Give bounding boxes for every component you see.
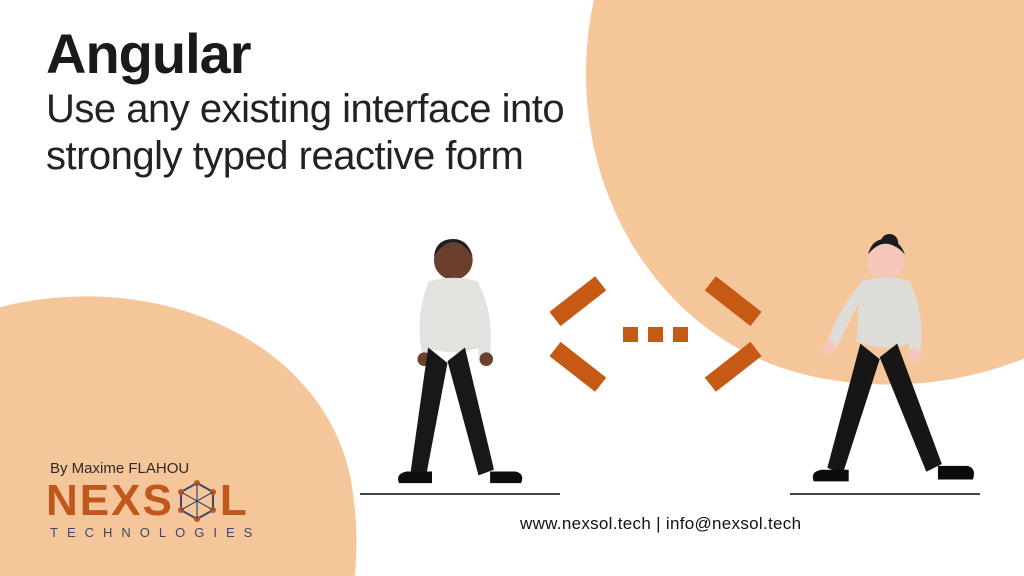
brand-logo-mark-icon bbox=[176, 480, 218, 522]
brand-logo: NEXS L TE bbox=[46, 479, 261, 540]
illustration bbox=[330, 225, 990, 515]
author-block: By Maxime FLAHOU NEXS bbox=[46, 460, 261, 540]
brand-logo-sub: TECHNOLOGIES bbox=[46, 525, 261, 540]
person-left-illustration bbox=[370, 233, 525, 495]
brand-logo-part1: NEXS bbox=[46, 479, 174, 523]
brand-logo-part2: L bbox=[220, 479, 249, 523]
chevron-right-icon bbox=[704, 290, 756, 378]
brand-logo-wordmark: NEXS L bbox=[46, 479, 261, 523]
headline-block: Angular Use any existing interface into … bbox=[46, 26, 606, 180]
headline-title: Angular bbox=[46, 26, 606, 82]
banner-root: Angular Use any existing interface into … bbox=[0, 0, 1024, 576]
ellipsis-icon bbox=[623, 327, 688, 342]
code-brackets-icon bbox=[555, 290, 756, 378]
headline-subtitle: Use any existing interface into strongly… bbox=[46, 86, 606, 180]
author-byline: By Maxime FLAHOU bbox=[46, 460, 261, 477]
chevron-left-icon bbox=[555, 290, 607, 378]
contact-line: www.nexsol.tech | info@nexsol.tech bbox=[520, 514, 801, 534]
person-right-illustration bbox=[800, 233, 975, 495]
